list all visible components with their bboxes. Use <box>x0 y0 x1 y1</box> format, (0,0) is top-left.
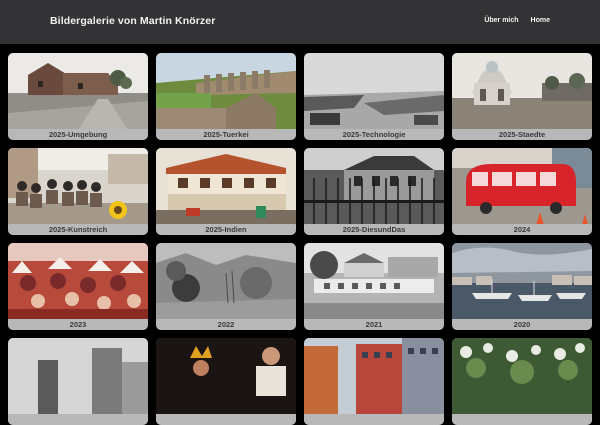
gallery-tile-umgebung[interactable]: 2025-Umgebung <box>8 53 148 140</box>
thumbnail-image <box>452 53 592 130</box>
gallery-caption: 2025-Staedte <box>452 129 592 140</box>
gallery-caption: 2025-Indien <box>156 224 296 235</box>
main-nav: Über mich Home <box>484 17 550 24</box>
gallery-tile-2021[interactable]: 2021 <box>304 243 444 330</box>
thumbnail-image <box>8 148 148 225</box>
thumbnail-image <box>156 338 296 415</box>
gallery-caption: 2024 <box>452 224 592 235</box>
thumbnail-image <box>156 148 296 225</box>
thumbnail-image <box>304 338 444 415</box>
gallery-caption <box>304 414 444 425</box>
gallery-tile-kunstreich[interactable]: 2025-Kunstreich <box>8 148 148 235</box>
gallery-caption: 2023 <box>8 319 148 330</box>
gallery-caption: 2020 <box>452 319 592 330</box>
gallery-caption <box>156 414 296 425</box>
gallery-tile-row4-3[interactable] <box>304 338 444 425</box>
gallery-tile-2024[interactable]: 2024 <box>452 148 592 235</box>
nav-link-about[interactable]: Über mich <box>484 17 518 24</box>
gallery-tile-tuerkei[interactable]: 2025-Tuerkei <box>156 53 296 140</box>
thumbnail-image <box>8 243 148 320</box>
gallery-tile-2023[interactable]: 2023 <box>8 243 148 330</box>
gallery-tile-2020[interactable]: 2020 <box>452 243 592 330</box>
gallery-tile-diesunddas[interactable]: 2025-DiesundDas <box>304 148 444 235</box>
thumbnail-image <box>8 53 148 130</box>
thumbnail-image <box>8 338 148 415</box>
gallery-tile-row4-4[interactable] <box>452 338 592 425</box>
gallery-tile-row4-1[interactable] <box>8 338 148 425</box>
nav-link-home[interactable]: Home <box>531 17 550 24</box>
site-header: Bildergalerie von Martin Knörzer Über mi… <box>0 0 600 44</box>
thumbnail-image <box>452 243 592 320</box>
thumbnail-image <box>304 53 444 130</box>
thumbnail-image <box>304 243 444 320</box>
thumbnail-image <box>452 148 592 225</box>
gallery-caption: 2021 <box>304 319 444 330</box>
gallery-tile-staedte[interactable]: 2025-Staedte <box>452 53 592 140</box>
gallery-tile-technologie[interactable]: 2025-Technologie <box>304 53 444 140</box>
gallery-caption <box>8 414 148 425</box>
gallery-caption: 2025-Umgebung <box>8 129 148 140</box>
thumbnail-image <box>304 148 444 225</box>
gallery-caption: 2025-Tuerkei <box>156 129 296 140</box>
gallery-caption <box>452 414 592 425</box>
thumbnail-image <box>156 243 296 320</box>
thumbnail-image <box>156 53 296 130</box>
gallery-tile-2022[interactable]: 2022 <box>156 243 296 330</box>
gallery-caption: 2025-DiesundDas <box>304 224 444 235</box>
gallery-caption: 2022 <box>156 319 296 330</box>
thumbnail-image <box>452 338 592 415</box>
gallery-caption: 2025-Technologie <box>304 129 444 140</box>
gallery-caption: 2025-Kunstreich <box>8 224 148 235</box>
gallery-tile-indien[interactable]: 2025-Indien <box>156 148 296 235</box>
site-title[interactable]: Bildergalerie von Martin Knörzer <box>50 15 215 27</box>
gallery-tile-row4-2[interactable] <box>156 338 296 425</box>
